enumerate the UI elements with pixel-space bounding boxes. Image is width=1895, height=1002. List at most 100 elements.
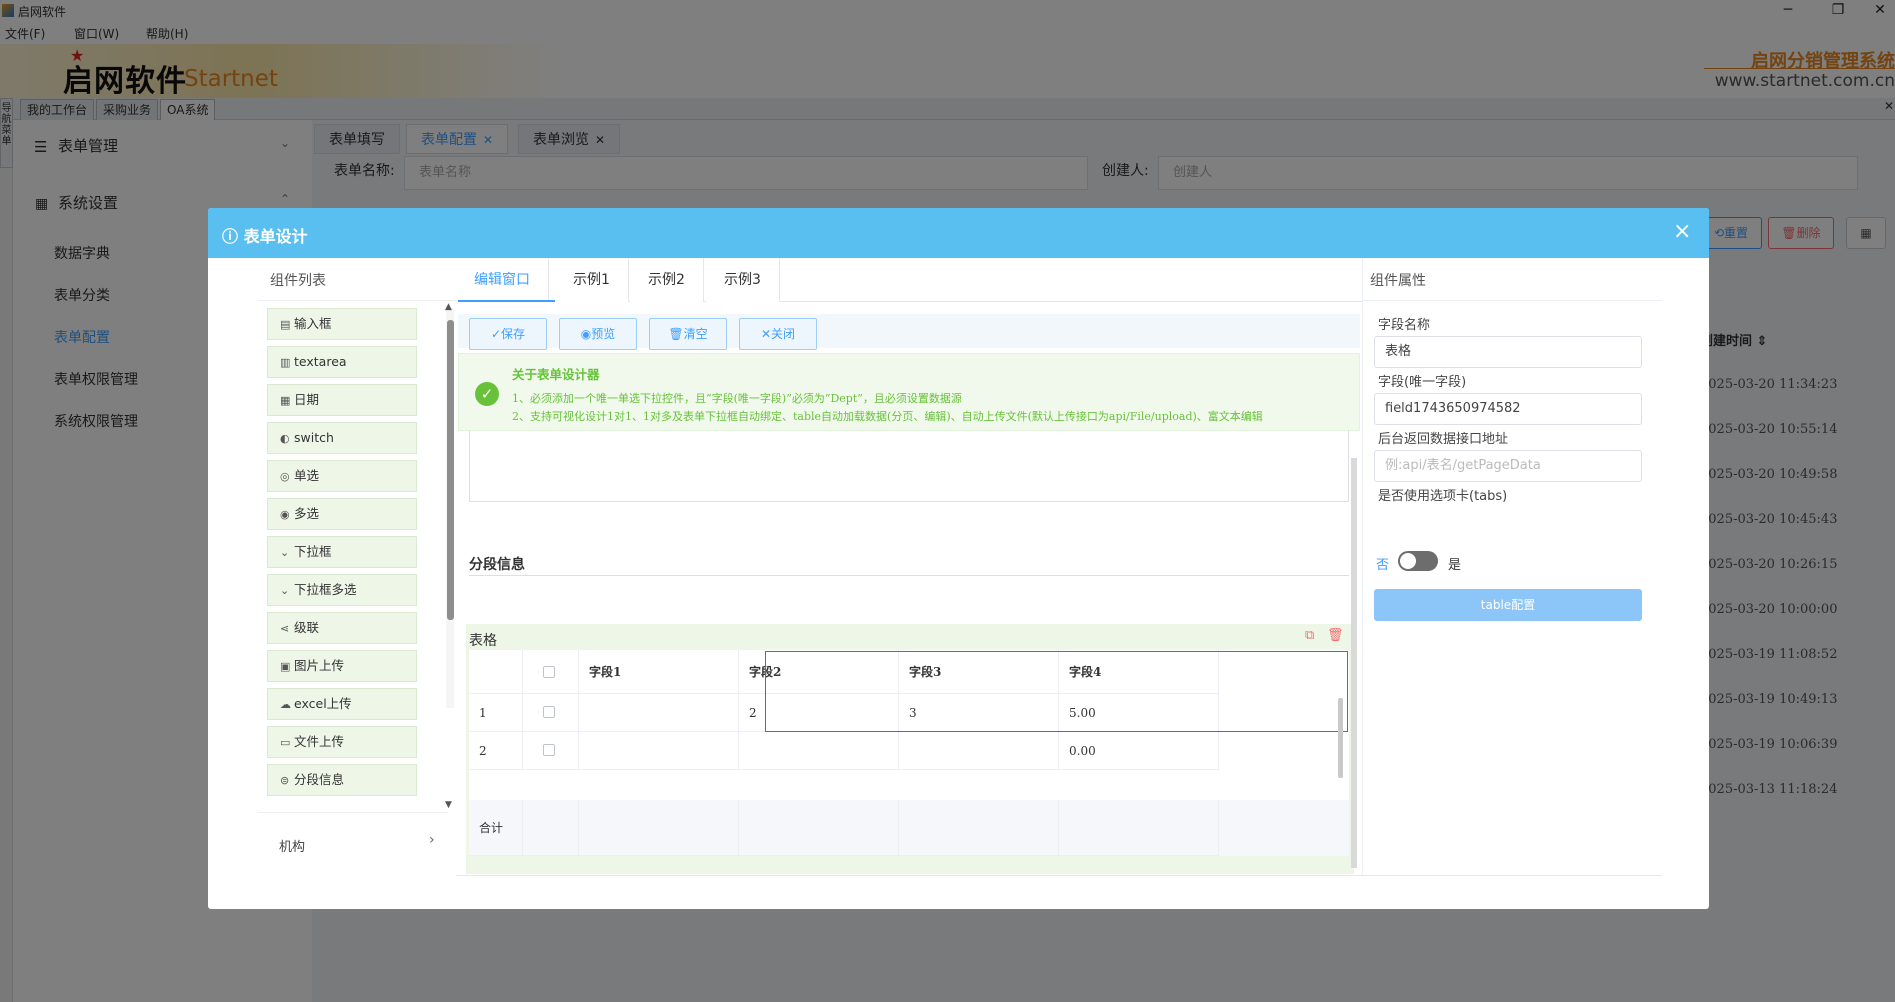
table-cell: 1: [469, 694, 523, 732]
clear-button[interactable]: 🗑清空: [649, 318, 727, 350]
api-url-input[interactable]: 例:api/表名/getPageData: [1374, 450, 1642, 482]
component-label: excel上传: [294, 696, 352, 711]
table-cell: 2: [469, 732, 523, 770]
tab-edit-window[interactable]: 编辑窗口: [456, 258, 549, 302]
component-item[interactable]: ▥ textarea: [267, 346, 417, 378]
table-cell: 0.00: [1059, 732, 1219, 770]
field-key-input[interactable]: field1743650974582: [1374, 393, 1642, 425]
component-label: 下拉框多选: [294, 582, 357, 597]
chevron-right-icon[interactable]: ›: [429, 832, 435, 848]
tab-example-2[interactable]: 示例2: [630, 258, 704, 302]
copy-icon[interactable]: ⧉: [1305, 628, 1314, 643]
component-item[interactable]: ▭ 文件上传: [267, 726, 417, 758]
component-icon: ▥: [280, 356, 291, 369]
table-footer-cell: [899, 800, 1059, 856]
component-icon: ◎: [280, 470, 290, 483]
org-label: 机构: [279, 840, 306, 855]
component-label: 日期: [294, 392, 320, 407]
component-item[interactable]: ◉ 多选: [267, 498, 417, 530]
alert-line-2: 2、支持可视化设计1对1、1对多及表单下拉框自动绑定、table自动加载数据(分…: [512, 410, 1263, 423]
component-label: 输入框: [294, 316, 332, 331]
dialog-header: [208, 208, 1709, 258]
field-name-input[interactable]: 表格: [1374, 336, 1642, 368]
table-header-cell: [469, 650, 523, 694]
component-label: 下拉框: [294, 544, 332, 559]
table-cell: [579, 694, 739, 732]
design-scrollbar[interactable]: [1351, 458, 1357, 868]
field-key-label: 字段(唯一字段): [1378, 375, 1467, 390]
table-config-button[interactable]: table配置: [1374, 589, 1642, 621]
component-label: 级联: [294, 620, 320, 635]
tab-example-1[interactable]: 示例1: [555, 258, 629, 302]
component-icon: ◉: [280, 508, 290, 521]
component-label: 文件上传: [294, 734, 345, 749]
select-all-checkbox[interactable]: [543, 666, 555, 678]
table-footer-cell: [739, 800, 899, 856]
component-label: textarea: [294, 354, 347, 369]
component-item[interactable]: ⊜ 分段信息: [267, 764, 417, 796]
component-label: switch: [294, 430, 334, 445]
component-item[interactable]: ▤ 输入框: [267, 308, 417, 340]
component-item[interactable]: ⌄ 下拉框: [267, 536, 417, 568]
component-icon: ⌄: [280, 584, 290, 597]
component-list-title: 组件列表: [270, 273, 326, 289]
trash-icon[interactable]: 🗑: [1327, 628, 1344, 643]
scroll-down-icon[interactable]: ▼: [445, 800, 452, 810]
table-cell: [579, 732, 739, 770]
component-scrollbar-thumb[interactable]: [447, 320, 454, 620]
highlight-box: [765, 651, 1348, 732]
table-footer-cell: [1059, 800, 1219, 856]
table-cell: [739, 732, 899, 770]
component-icon: ▤: [280, 318, 291, 331]
component-icon: ⊜: [280, 774, 290, 787]
table-cell: [899, 732, 1059, 770]
switch-yes-label: 是: [1448, 558, 1462, 573]
component-item[interactable]: ▣ 图片上传: [267, 650, 417, 682]
component-label: 单选: [294, 468, 320, 483]
table-footer-cell: 合计: [469, 800, 523, 856]
component-label: 分段信息: [294, 772, 345, 787]
alert-line-1: 1、必须添加一个唯一单选下拉控件，且“字段(唯一字段)”必须为“Dept”，且必…: [512, 392, 962, 405]
table-scrollbar[interactable]: [1338, 698, 1343, 778]
component-icon: ⌄: [280, 546, 290, 559]
table-caption: 表格: [469, 633, 497, 649]
component-label: 多选: [294, 506, 320, 521]
scroll-up-icon[interactable]: ▲: [445, 302, 452, 312]
component-icon: ▣: [280, 660, 291, 673]
table-header-cell: 字段1: [579, 650, 739, 694]
richtext-area[interactable]: [469, 430, 1349, 502]
component-item[interactable]: ⋖ 级联: [267, 612, 417, 644]
tab-example-3[interactable]: 示例3: [706, 258, 780, 302]
component-item[interactable]: ▦ 日期: [267, 384, 417, 416]
component-icon: ▦: [280, 394, 291, 407]
component-item[interactable]: ◐ switch: [267, 422, 417, 454]
component-item[interactable]: ◎ 单选: [267, 460, 417, 492]
row-checkbox[interactable]: [543, 744, 555, 756]
component-icon: ▭: [280, 736, 291, 749]
table-footer-cell: [523, 800, 579, 856]
row-checkbox[interactable]: [543, 706, 555, 718]
table-header-cell: [523, 650, 579, 694]
table-cell: [523, 694, 579, 732]
preview-button[interactable]: ◉预览: [559, 318, 637, 350]
component-icon: ⋖: [280, 622, 290, 635]
save-button[interactable]: ✓保存: [469, 318, 547, 350]
component-icon: ◐: [280, 432, 290, 445]
field-name-label: 字段名称: [1378, 318, 1431, 333]
alert-title: 关于表单设计器: [512, 367, 600, 382]
component-item[interactable]: ☁ excel上传: [267, 688, 417, 720]
close-button[interactable]: ✕关闭: [739, 318, 817, 350]
component-label: 图片上传: [294, 658, 345, 673]
dialog-close-button[interactable]: ×: [1673, 219, 1691, 244]
component-item[interactable]: ⌄ 下拉框多选: [267, 574, 417, 606]
section-title: 分段信息: [469, 557, 525, 573]
switch-no-label: 否: [1376, 558, 1390, 573]
api-url-label: 后台返回数据接口地址: [1378, 432, 1509, 447]
form-design-dialog: ⓘ 表单设计 × 组件列表 ▤ 输入框 ▥ textarea ▦ 日期 ◐ switch ◎ 单选…: [208, 208, 1709, 909]
tabs-toggle-label: 是否使用选项卡(tabs): [1378, 489, 1508, 504]
table-footer-cell: [579, 800, 739, 856]
component-icon: ☁: [280, 698, 291, 711]
properties-title: 组件属性: [1370, 273, 1426, 289]
table-cell: [523, 732, 579, 770]
dialog-title: ⓘ 表单设计: [222, 227, 308, 246]
